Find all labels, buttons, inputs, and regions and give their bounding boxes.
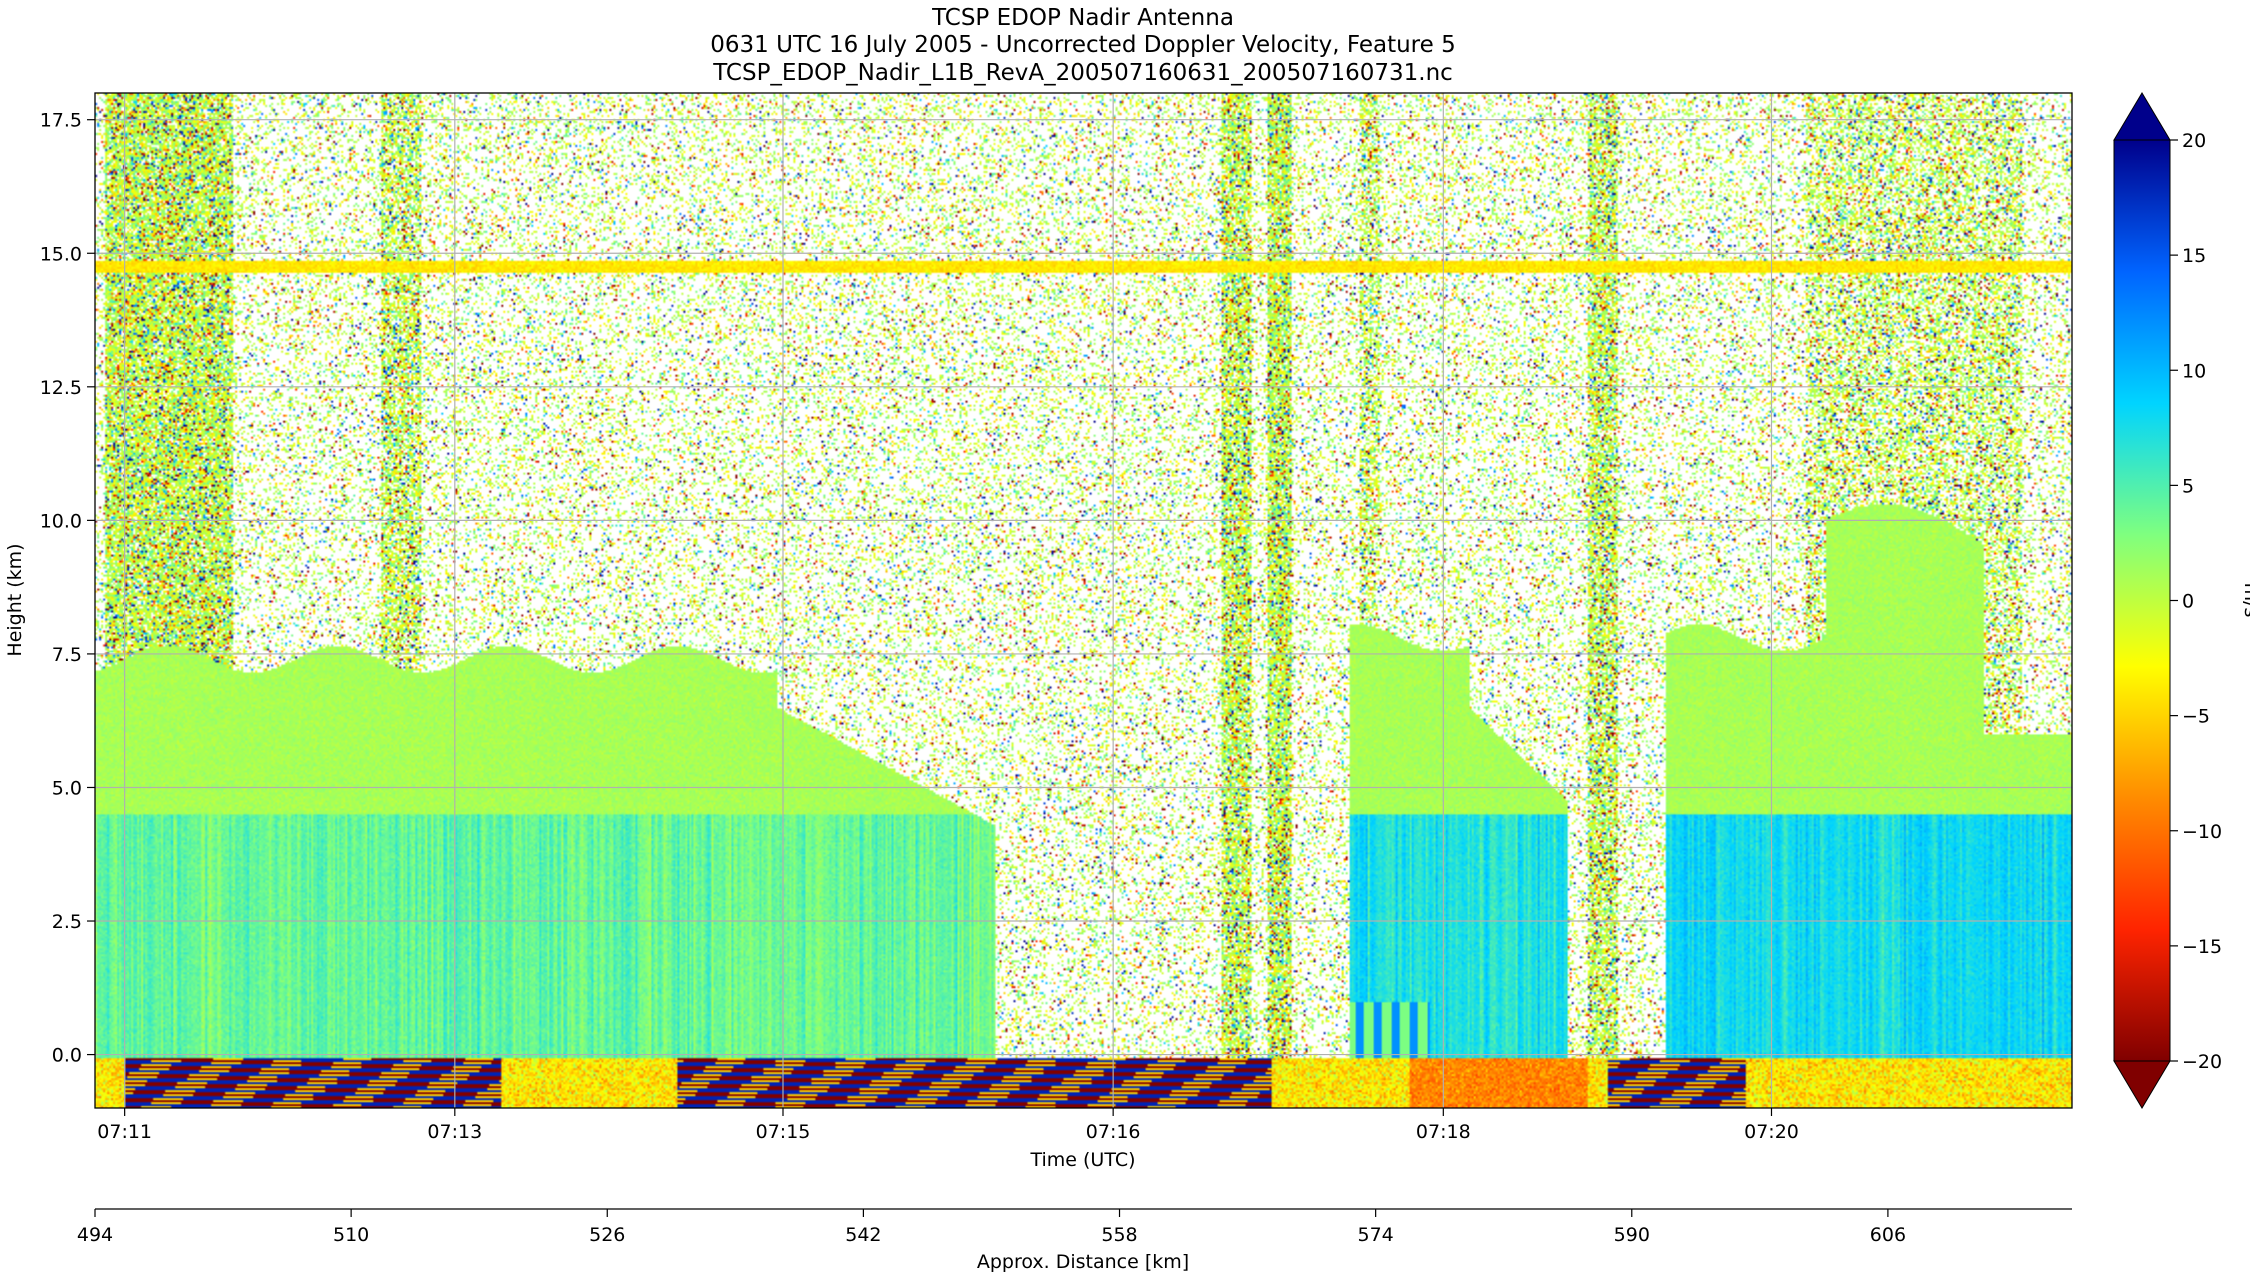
colorbar-tick-label: 5	[2182, 475, 2194, 497]
x-axis: 07:11 07:13 07:15 07:16 07:18 07:20	[97, 1108, 1799, 1143]
figure: TCSP EDOP Nadir Antenna 0631 UTC 16 July…	[4, 5, 2250, 1273]
colorbar-label: m/s	[2240, 583, 2250, 618]
x-tick-label: 07:13	[427, 1121, 482, 1143]
chart-title-line-3: TCSP_EDOP_Nadir_L1B_RevA_200507160631_20…	[712, 60, 1453, 86]
y-tick-label: 5.0	[52, 777, 82, 799]
distance-tick-label: 606	[1870, 1224, 1906, 1246]
distance-tick-label: 574	[1358, 1224, 1394, 1246]
y-axis: 0.0 2.5 5.0 7.5 10.0 12.5 15.0 17.5	[40, 110, 95, 1067]
y-tick-label: 15.0	[40, 243, 82, 265]
x-tick-label: 07:20	[1744, 1121, 1799, 1143]
colorbar-tick-label: 20	[2182, 130, 2206, 152]
colorbar-tick-label: −5	[2182, 706, 2210, 728]
colorbar-ticks: 20 15 10 5 0 −5 −10 −15 −20	[2170, 130, 2222, 1073]
y-tick-label: 2.5	[52, 911, 82, 933]
x-tick-label: 07:16	[1086, 1121, 1141, 1143]
colorbar: 20 15 10 5 0 −5 −10 −15 −20 m/s	[2113, 92, 2250, 1109]
colorbar-tick-label: 0	[2182, 591, 2194, 613]
colorbar-tick-label: −15	[2182, 936, 2222, 958]
y-axis-label: Height (km)	[4, 543, 26, 656]
colorbar-tick-label: 10	[2182, 360, 2206, 382]
x-tick-label: 07:15	[756, 1121, 811, 1143]
x-tick-label: 07:18	[1416, 1121, 1471, 1143]
y-tick-label: 0.0	[52, 1045, 82, 1067]
distance-axis-label: Approx. Distance [km]	[977, 1251, 1189, 1273]
distance-tick-label: 590	[1614, 1224, 1650, 1246]
colorbar-tick-label: −20	[2182, 1051, 2222, 1073]
distance-tick-label: 558	[1101, 1224, 1137, 1246]
plot-area	[94, 92, 2073, 1109]
distance-tick-label: 542	[845, 1224, 881, 1246]
chart-title-line-1: TCSP EDOP Nadir Antenna	[931, 5, 1234, 31]
x-axis-label: Time (UTC)	[1029, 1149, 1135, 1171]
colorbar-tick-label: 15	[2182, 245, 2206, 267]
y-tick-label: 7.5	[52, 644, 82, 666]
colorbar-extend-max	[2113, 92, 2171, 141]
colorbar-gradient	[2113, 139, 2171, 1062]
colorbar-extend-min	[2113, 1060, 2171, 1109]
distance-tick-label: 526	[589, 1224, 625, 1246]
y-tick-label: 12.5	[40, 377, 82, 399]
y-tick-label: 17.5	[40, 110, 82, 132]
colorbar-tick-label: −10	[2182, 821, 2222, 843]
distance-axis: 494 510 526 542 558 574 590 606	[77, 1208, 2072, 1246]
y-tick-label: 10.0	[40, 510, 82, 532]
chart-title-line-2: 0631 UTC 16 July 2005 - Uncorrected Dopp…	[710, 32, 1455, 58]
velocity-heatmap	[95, 93, 2072, 1108]
distance-tick-label: 494	[77, 1224, 113, 1246]
distance-tick-label: 510	[333, 1224, 369, 1246]
x-tick-label: 07:11	[97, 1121, 152, 1143]
